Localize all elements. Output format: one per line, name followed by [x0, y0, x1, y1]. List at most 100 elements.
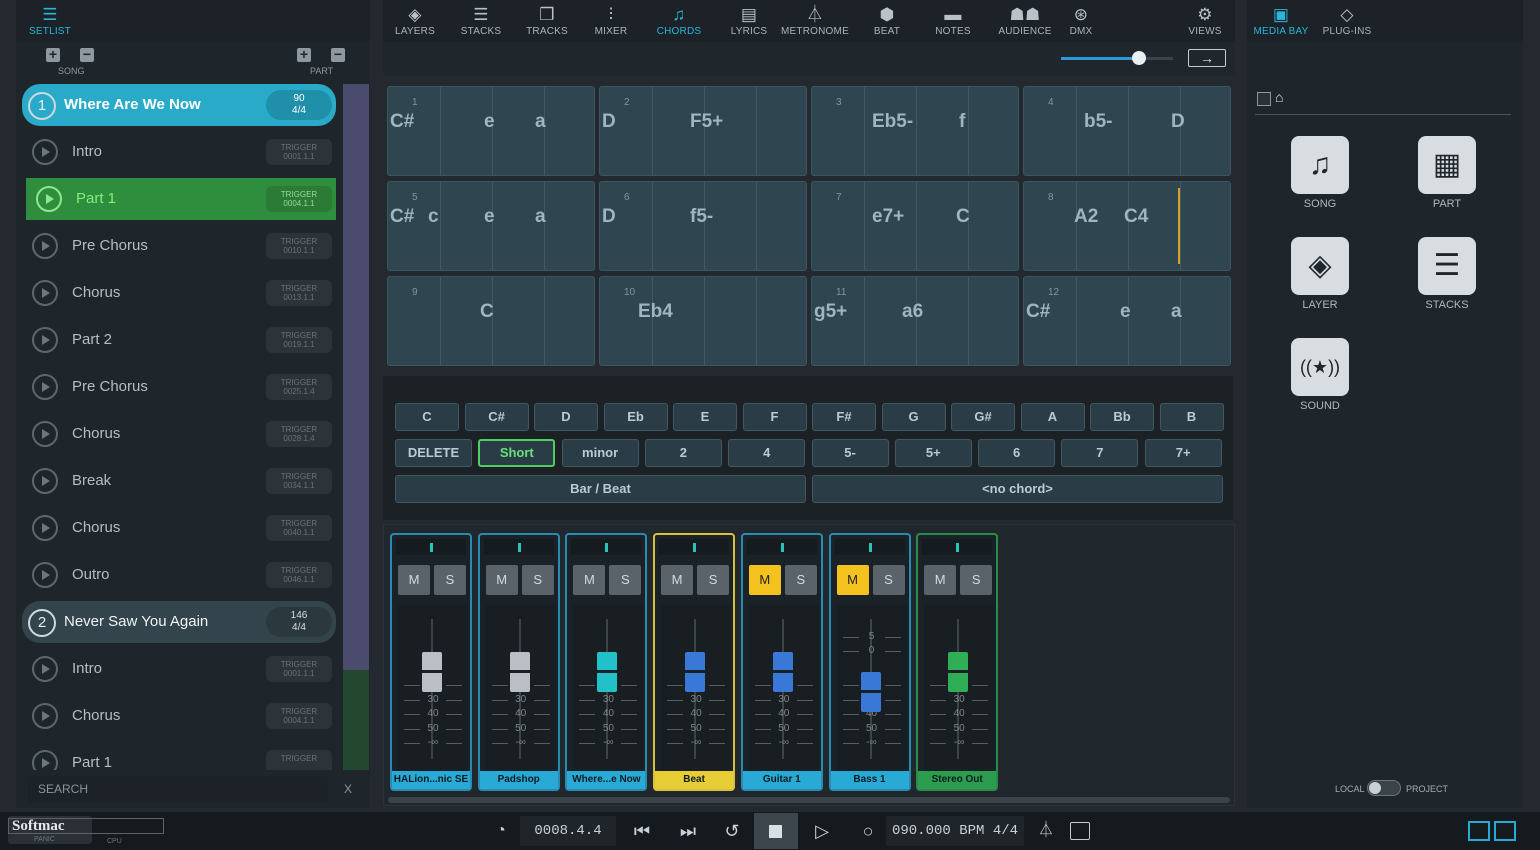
trigger-badge[interactable]: TRIGGER 0046.1.1: [266, 562, 332, 588]
chord-bar[interactable]: 3 Eb5- f: [811, 86, 1019, 176]
root-button-g[interactable]: G: [881, 403, 946, 431]
fader-knob[interactable]: [860, 671, 881, 712]
channel-name[interactable]: Beat: [655, 771, 734, 789]
trigger-badge[interactable]: TRIGGER: [266, 750, 332, 770]
trigger-badge[interactable]: TRIGGER 0001.1.1: [266, 139, 332, 165]
bar-beat-button[interactable]: Bar / Beat: [395, 475, 806, 503]
volume-fader[interactable]: 20304050-∞: [924, 605, 995, 775]
chord-symbol[interactable]: A2: [1074, 206, 1098, 228]
zoom-slider-thumb[interactable]: [1132, 51, 1147, 65]
chord-symbol[interactable]: D: [602, 111, 616, 133]
modifier-button-7[interactable]: 7: [1061, 439, 1139, 467]
play-icon[interactable]: [32, 515, 58, 541]
chord-symbol[interactable]: a: [535, 206, 546, 228]
chord-bar[interactable]: 10 Eb4: [599, 276, 807, 366]
solo-button[interactable]: S: [697, 565, 730, 595]
part-item[interactable]: Chorus TRIGGER 0040.1.1: [22, 507, 336, 549]
fader-knob[interactable]: [772, 652, 793, 693]
mute-button[interactable]: M: [661, 565, 694, 595]
volume-fader[interactable]: 5020304050-∞: [836, 605, 907, 775]
play-icon[interactable]: [32, 280, 58, 306]
zoom-slider[interactable]: [1061, 51, 1173, 65]
chord-symbol[interactable]: Eb4: [638, 301, 673, 323]
chord-bar[interactable]: 8 A2 C4: [1023, 181, 1231, 271]
chord-bar[interactable]: 1 C# e a: [387, 86, 595, 176]
mute-button[interactable]: M: [836, 565, 869, 595]
remove-part-button[interactable]: −: [331, 47, 345, 62]
trigger-badge[interactable]: TRIGGER 0004.1.1: [266, 703, 332, 729]
channel-name[interactable]: Stereo Out: [918, 771, 997, 789]
chord-symbol[interactable]: D: [602, 206, 616, 228]
part-item[interactable]: Part 2 TRIGGER 0019.1.1: [22, 319, 336, 361]
tab-metronome[interactable]: ⏃ METRONOME: [775, 4, 855, 37]
trigger-badge[interactable]: TRIGGER 0025.1.4: [266, 374, 332, 400]
select-checkbox[interactable]: [1257, 92, 1271, 106]
tab-plug-ins[interactable]: ◇ PLUG-INS: [1317, 4, 1377, 37]
play-icon[interactable]: [32, 562, 58, 588]
play-icon[interactable]: [36, 186, 62, 212]
fader-knob[interactable]: [685, 652, 706, 693]
part-item[interactable]: Intro TRIGGER 0001.1.1: [22, 648, 336, 690]
volume-fader[interactable]: 20304050-∞: [573, 605, 644, 775]
mute-button[interactable]: M: [748, 565, 781, 595]
tab-stacks[interactable]: ☰ STACKS: [453, 4, 509, 37]
play-icon[interactable]: [32, 233, 58, 259]
root-button-a[interactable]: A: [1020, 403, 1085, 431]
chord-bar[interactable]: 12 C# e a: [1023, 276, 1231, 366]
chord-symbol[interactable]: C#: [390, 111, 414, 133]
mute-button[interactable]: M: [924, 565, 957, 595]
root-button-eb[interactable]: Eb: [603, 403, 668, 431]
position-display[interactable]: 0008.4.4: [520, 816, 616, 846]
trigger-badge[interactable]: TRIGGER 0001.1.1: [266, 656, 332, 682]
mixer-scrollbar[interactable]: [388, 797, 1230, 803]
modifier-button-5+[interactable]: 5+: [894, 439, 972, 467]
play-icon[interactable]: [32, 421, 58, 447]
chord-symbol[interactable]: C: [480, 301, 494, 323]
fader-knob[interactable]: [422, 652, 442, 693]
play-icon[interactable]: [32, 139, 58, 165]
play-icon[interactable]: ▷: [808, 816, 836, 846]
channel-name[interactable]: Where...e Now: [567, 771, 646, 789]
stacks-icon[interactable]: ☰: [1418, 237, 1476, 295]
volume-fader[interactable]: 20304050-∞: [748, 605, 819, 775]
part-item[interactable]: Chorus TRIGGER 0013.1.1: [22, 272, 336, 314]
root-button-gsharp[interactable]: G#: [951, 403, 1015, 431]
chord-symbol[interactable]: e: [484, 111, 495, 133]
stop-button[interactable]: [754, 813, 798, 849]
chord-bar[interactable]: 9C: [387, 276, 595, 366]
metronome-icon[interactable]: ⏃: [1034, 816, 1058, 846]
home-icon[interactable]: ⌂: [1275, 89, 1283, 105]
song-item[interactable]: 1 Where Are We Now 90 4/4: [22, 84, 336, 126]
root-button-e[interactable]: E: [673, 403, 737, 431]
tab-chords[interactable]: ♫ CHORDS: [651, 4, 707, 37]
solo-button[interactable]: S: [434, 565, 466, 595]
search-clear-button[interactable]: X: [344, 782, 352, 796]
fader-knob[interactable]: [597, 652, 618, 693]
chord-symbol[interactable]: f: [959, 111, 965, 133]
add-part-button[interactable]: +: [297, 47, 311, 62]
chord-bar[interactable]: 11 g5+ a6: [811, 276, 1019, 366]
chord-symbol[interactable]: e7+: [872, 206, 904, 228]
window-icon[interactable]: [1070, 822, 1090, 840]
modifier-button-2[interactable]: 2: [644, 439, 722, 467]
part-item[interactable]: Pre Chorus TRIGGER 0025.1.4: [22, 366, 336, 408]
trigger-badge[interactable]: TRIGGER 0028.1.4: [266, 421, 332, 447]
fader-knob[interactable]: [509, 652, 530, 693]
part-item[interactable]: Break TRIGGER 0034.1.1: [22, 460, 336, 502]
part-item[interactable]: Intro TRIGGER 0001.1.1: [22, 131, 336, 173]
chord-symbol[interactable]: e: [1120, 301, 1131, 323]
solo-button[interactable]: S: [609, 565, 642, 595]
part-item[interactable]: Outro TRIGGER 0046.1.1: [22, 554, 336, 596]
tab-views[interactable]: ⚙ VIEWS: [1181, 4, 1229, 37]
trigger-badge[interactable]: TRIGGER 0013.1.1: [266, 280, 332, 306]
tab-layers[interactable]: ◈ LAYERS: [387, 4, 443, 37]
layer-icon[interactable]: ◈: [1291, 237, 1349, 295]
song-item[interactable]: 2 Never Saw You Again 146 4/4: [22, 601, 336, 643]
part-item[interactable]: Pre Chorus TRIGGER 0010.1.1: [22, 225, 336, 267]
part-item[interactable]: Chorus TRIGGER 0028.1.4: [22, 413, 336, 455]
no-chord-button[interactable]: <no chord>: [812, 475, 1223, 503]
trigger-badge[interactable]: TRIGGER 0019.1.1: [266, 327, 332, 353]
tab-tracks[interactable]: ❒ TRACKS: [519, 4, 575, 37]
tempo-display[interactable]: 090.000 BPM 4/4: [886, 816, 1024, 846]
modifier-button-7+[interactable]: 7+: [1144, 439, 1222, 467]
